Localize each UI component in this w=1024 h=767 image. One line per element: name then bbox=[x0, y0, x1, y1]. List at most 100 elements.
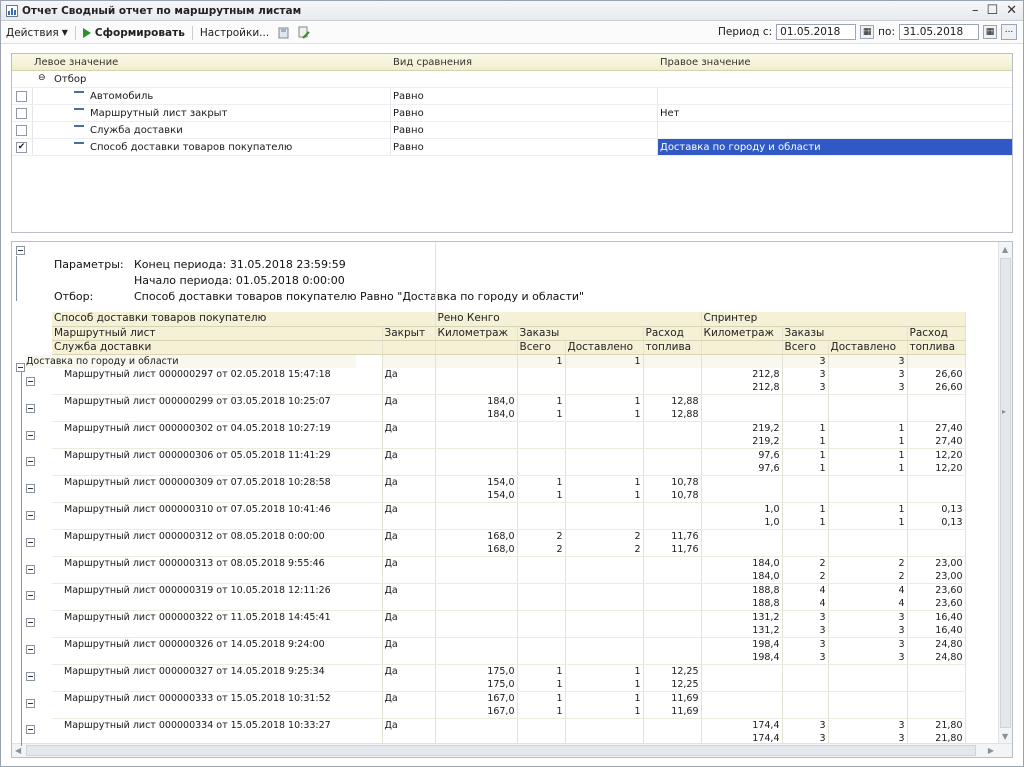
filter-row[interactable]: ✔ Способ доставки товаров покупателю Равно… bbox=[12, 139, 1012, 156]
filter-comparison[interactable]: Равно bbox=[393, 91, 424, 102]
table-cell bbox=[382, 543, 436, 558]
filter-checkbox[interactable] bbox=[16, 91, 27, 102]
sprinter-value: 12,20 bbox=[907, 448, 966, 463]
sprinter-subtotal-value: 1 bbox=[782, 462, 829, 477]
calendar-icon[interactable]: ▦ bbox=[860, 25, 875, 39]
collapse-icon[interactable] bbox=[26, 618, 35, 628]
collapse-icon[interactable] bbox=[16, 363, 25, 372]
sprinter-subtotal-value bbox=[907, 408, 966, 423]
sprinter-value bbox=[907, 691, 966, 706]
period-from-input[interactable]: 01.05.2018 bbox=[776, 24, 857, 40]
sprinter-subtotal-value bbox=[907, 678, 966, 693]
close-icon[interactable]: ✕ bbox=[1006, 3, 1017, 19]
filter-checkbox[interactable] bbox=[16, 125, 27, 136]
filter-comparison[interactable]: Равно bbox=[393, 142, 424, 153]
table-group-row: Доставка по городу и области 1 1 3 3 bbox=[26, 354, 966, 369]
table-cell bbox=[52, 543, 383, 558]
sprinter-subtotal-value bbox=[828, 489, 908, 504]
header-fuel-2: топлива bbox=[643, 340, 702, 356]
sprinter-subtotal-value bbox=[782, 678, 829, 693]
collapse-icon[interactable] bbox=[26, 403, 35, 413]
period-select-button[interactable]: ... bbox=[1001, 24, 1017, 40]
table-row: Маршрутный лист 000000319 от 10.05.2018 … bbox=[52, 583, 966, 598]
reno-subtotal-value bbox=[643, 381, 702, 396]
reno-subtotal-value bbox=[643, 597, 702, 612]
filter-right-value[interactable]: Доставка по городу и области bbox=[660, 142, 821, 153]
reno-value: 1 bbox=[517, 664, 566, 679]
sprinter-value bbox=[782, 394, 829, 409]
filter-right-value[interactable]: Нет bbox=[660, 108, 680, 119]
table-subtotal-row: 175,0 1 1 12,25 bbox=[52, 678, 966, 693]
sprinter-value: 21,80 bbox=[907, 718, 966, 733]
reno-value bbox=[435, 583, 518, 598]
collapse-icon[interactable] bbox=[26, 511, 35, 520]
collapse-icon[interactable] bbox=[26, 537, 35, 547]
sprinter-subtotal-value: 3 bbox=[828, 624, 908, 639]
collapse-icon[interactable] bbox=[26, 484, 35, 494]
reno-subtotal-value: 12,25 bbox=[643, 678, 702, 693]
scroll-down-icon[interactable]: ▼ bbox=[1002, 732, 1008, 741]
collapse-icon[interactable] bbox=[16, 246, 25, 255]
generate-button[interactable]: Сформировать bbox=[78, 27, 190, 39]
filter-comparison[interactable]: Равно bbox=[393, 108, 424, 119]
period-to-input[interactable]: 31.05.2018 bbox=[899, 24, 979, 40]
table-cell bbox=[52, 597, 383, 612]
collapse-icon[interactable] bbox=[26, 725, 35, 735]
field-icon bbox=[74, 108, 84, 110]
vertical-scrollbar[interactable]: ▲ ▸ ▼ bbox=[998, 242, 1012, 744]
closed-value: Да bbox=[382, 637, 436, 652]
restore-settings-icon[interactable] bbox=[297, 26, 311, 40]
reno-subtotal-value: 11,76 bbox=[643, 543, 702, 558]
collapse-icon[interactable] bbox=[26, 457, 35, 467]
sprinter-subtotal-value bbox=[907, 705, 966, 720]
collapse-icon[interactable] bbox=[26, 377, 35, 386]
scroll-thumb[interactable] bbox=[26, 745, 976, 756]
filter-comparison[interactable]: Равно bbox=[393, 125, 424, 136]
column-header-right-value: Правое значение bbox=[660, 57, 751, 68]
reno-value: 1 bbox=[565, 691, 644, 706]
sprinter-value bbox=[907, 475, 966, 490]
filter-row[interactable]: Маршрутный лист закрыт Равно Нет bbox=[12, 105, 1012, 122]
calendar-icon[interactable]: ▦ bbox=[983, 25, 997, 39]
collapse-icon[interactable]: ⊖ bbox=[38, 73, 46, 83]
reno-subtotal-value bbox=[565, 462, 644, 477]
column-divider bbox=[32, 105, 33, 121]
collapse-icon[interactable] bbox=[26, 591, 35, 601]
table-row: Маршрутный лист 000000313 от 08.05.2018 … bbox=[52, 556, 966, 571]
collapse-icon[interactable] bbox=[26, 698, 35, 708]
actions-menu[interactable]: Действия ▼ bbox=[1, 27, 73, 39]
minimize-icon[interactable]: – bbox=[972, 3, 979, 19]
reno-value bbox=[643, 718, 702, 733]
column-divider bbox=[390, 88, 391, 104]
header-orders-delivered: Доставлено bbox=[828, 340, 908, 356]
closed-value: Да bbox=[382, 556, 436, 571]
filter-checkbox[interactable]: ✔ bbox=[16, 142, 27, 153]
column-header-comparison: Вид сравнения bbox=[393, 57, 473, 68]
closed-value: Да bbox=[382, 448, 436, 463]
maximize-icon[interactable]: ☐ bbox=[986, 3, 998, 19]
actions-label: Действия bbox=[6, 26, 59, 39]
table-cell bbox=[382, 597, 436, 612]
column-divider bbox=[657, 122, 658, 138]
reno-value: 154,0 bbox=[435, 475, 518, 490]
scroll-right-icon[interactable]: ▶ bbox=[988, 746, 994, 755]
settings-button[interactable]: Настройки... bbox=[195, 27, 274, 39]
reno-subtotal-value bbox=[565, 381, 644, 396]
scroll-up-icon[interactable]: ▲ bbox=[1002, 245, 1008, 254]
filter-row[interactable]: Служба доставки Равно bbox=[12, 122, 1012, 139]
filter-checkbox[interactable] bbox=[16, 108, 27, 119]
scroll-left-icon[interactable]: ◀ bbox=[15, 746, 21, 755]
filter-group-row[interactable]: ⊖ Отбор bbox=[12, 71, 1012, 88]
reno-value bbox=[517, 368, 566, 382]
save-settings-icon[interactable] bbox=[277, 26, 291, 40]
collapse-icon[interactable] bbox=[26, 564, 35, 574]
collapse-icon[interactable] bbox=[26, 671, 35, 681]
table-header-row: Способ доставки товаров покупателю Рено К… bbox=[52, 312, 966, 327]
collapse-icon[interactable] bbox=[26, 430, 35, 440]
reno-value bbox=[565, 637, 644, 652]
collapse-icon[interactable] bbox=[26, 645, 35, 654]
scroll-thumb[interactable] bbox=[1000, 258, 1011, 728]
table-subtotal-row: 97,6 1 1 12,20 bbox=[52, 462, 966, 477]
filter-row[interactable]: Автомобиль Равно bbox=[12, 88, 1012, 105]
horizontal-scrollbar[interactable]: ◀ ▶ bbox=[12, 743, 1012, 757]
